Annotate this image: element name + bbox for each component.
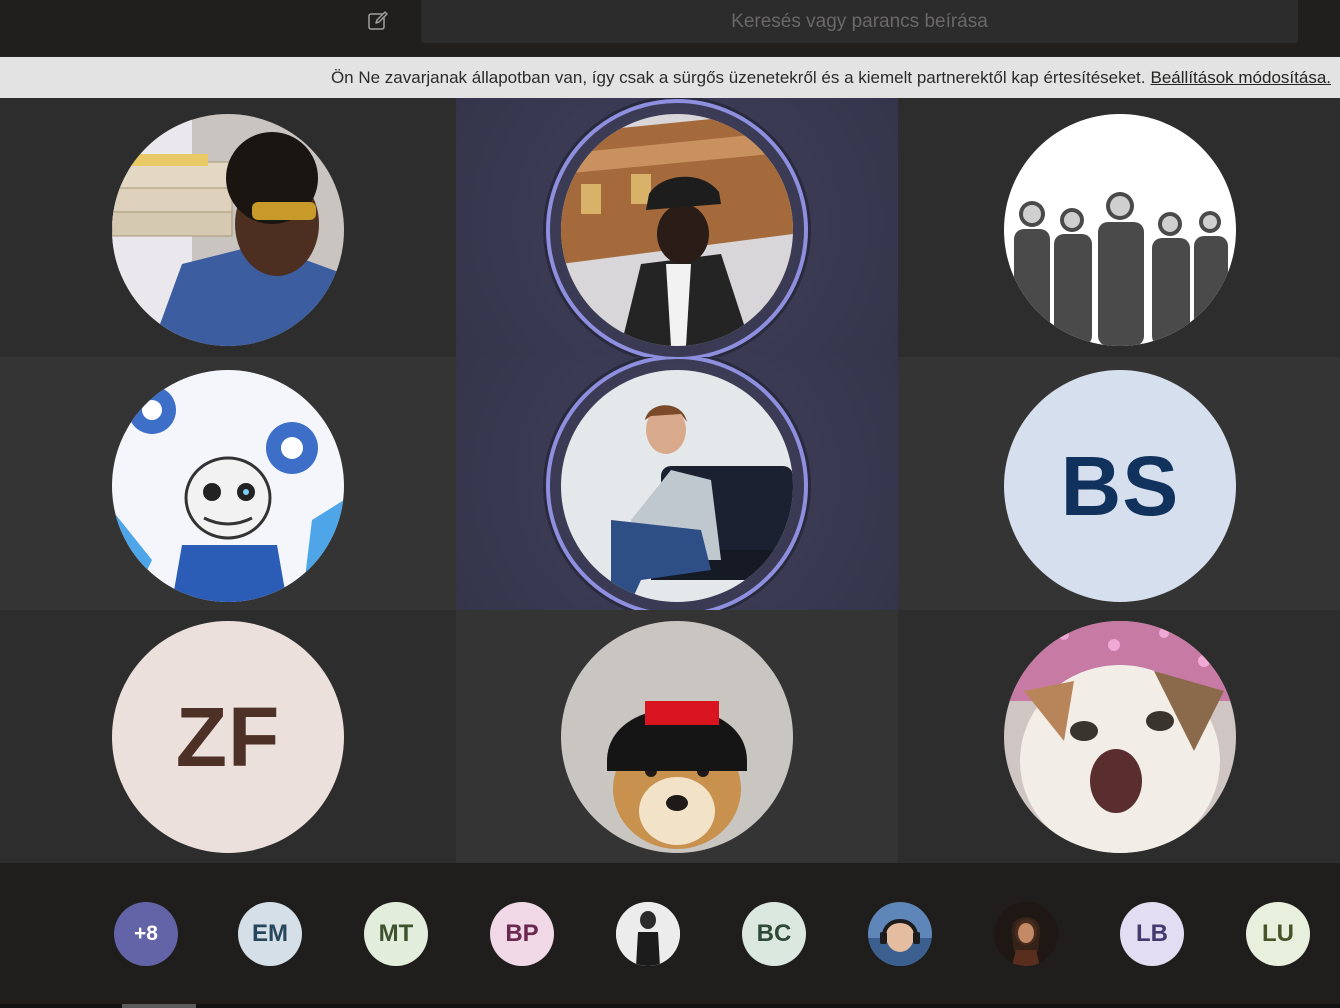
roster-avatar-lu[interactable]: LU bbox=[1246, 902, 1310, 966]
person-bw-photo bbox=[616, 902, 680, 966]
participant-tile[interactable] bbox=[898, 610, 1340, 863]
avatar-initials: BS bbox=[1060, 438, 1180, 533]
avatar-initials: EM bbox=[252, 920, 288, 947]
compose-icon bbox=[368, 11, 388, 30]
overflow-count: +8 bbox=[134, 922, 158, 945]
more-participants-button[interactable]: +8 bbox=[114, 902, 178, 966]
cartoon-skeleton-photo bbox=[112, 370, 344, 602]
roster-avatar-bc[interactable]: BC bbox=[742, 902, 806, 966]
avatar-initials: BP bbox=[505, 920, 539, 947]
cat-photo bbox=[1004, 621, 1236, 853]
roster-avatar-bp[interactable]: BP bbox=[490, 902, 554, 966]
change-settings-link[interactable]: Beállítások módosítása. bbox=[1151, 68, 1331, 88]
participant-tile-speaking[interactable] bbox=[456, 357, 898, 610]
avatar-initials: LU bbox=[1262, 920, 1294, 947]
bottom-scroll-strip bbox=[0, 1004, 1340, 1008]
man-on-couch-photo bbox=[561, 370, 793, 602]
banner-message: Ön Ne zavarjanak állapotban van, így csa… bbox=[330, 67, 1146, 87]
avatar-initials: LB bbox=[1136, 920, 1168, 947]
video-stage: BS ZF bbox=[0, 98, 1340, 863]
coffin-dance-photo bbox=[561, 114, 793, 346]
participant-tile[interactable] bbox=[456, 610, 898, 863]
participant-tile[interactable] bbox=[0, 357, 456, 610]
search-input[interactable]: Keresés vagy parancs beírása bbox=[421, 0, 1298, 43]
roster-avatar-photo[interactable] bbox=[616, 902, 680, 966]
scroll-indicator[interactable] bbox=[122, 1004, 196, 1008]
roster-avatar-photo[interactable] bbox=[994, 902, 1058, 966]
participant-avatar bbox=[112, 114, 344, 346]
participant-tile[interactable]: ZF bbox=[0, 610, 456, 863]
participant-avatar bbox=[561, 370, 793, 602]
participant-tile[interactable] bbox=[0, 98, 456, 357]
roster-avatar-lb[interactable]: LB bbox=[1120, 902, 1184, 966]
participant-avatar bbox=[1004, 621, 1236, 853]
dog-supreme-hat-photo bbox=[561, 621, 793, 853]
participant-tile-speaking[interactable] bbox=[456, 98, 898, 357]
participant-avatar bbox=[561, 621, 793, 853]
avatar-bs: BS bbox=[1004, 370, 1236, 602]
avatar-initials: ZF bbox=[175, 689, 281, 784]
avatar-initials: MT bbox=[378, 920, 414, 947]
participant-roster: +8 EM MT BP BC LB LU bbox=[0, 863, 1340, 1008]
new-chat-button[interactable] bbox=[364, 8, 392, 34]
avatar-initials: BC bbox=[756, 920, 792, 947]
dnd-banner: Ön Ne zavarjanak állapotban van, így csa… bbox=[0, 57, 1340, 98]
participant-avatar bbox=[561, 114, 793, 346]
avatar-zf: ZF bbox=[112, 621, 344, 853]
roster-avatar-photo[interactable] bbox=[868, 902, 932, 966]
participant-avatar bbox=[1004, 114, 1236, 346]
roster-avatar-em[interactable]: EM bbox=[238, 902, 302, 966]
participant-avatar bbox=[112, 370, 344, 602]
pizza-delivery-photo bbox=[112, 114, 344, 346]
woman-dark-photo bbox=[994, 902, 1058, 966]
top-bar: Keresés vagy parancs beírása bbox=[0, 0, 1340, 56]
participant-tile[interactable]: BS bbox=[898, 357, 1340, 610]
participant-tile[interactable] bbox=[898, 98, 1340, 357]
roster-avatar-mt[interactable]: MT bbox=[364, 902, 428, 966]
band-photo bbox=[1004, 114, 1236, 346]
boy-headphones-photo bbox=[868, 902, 932, 966]
